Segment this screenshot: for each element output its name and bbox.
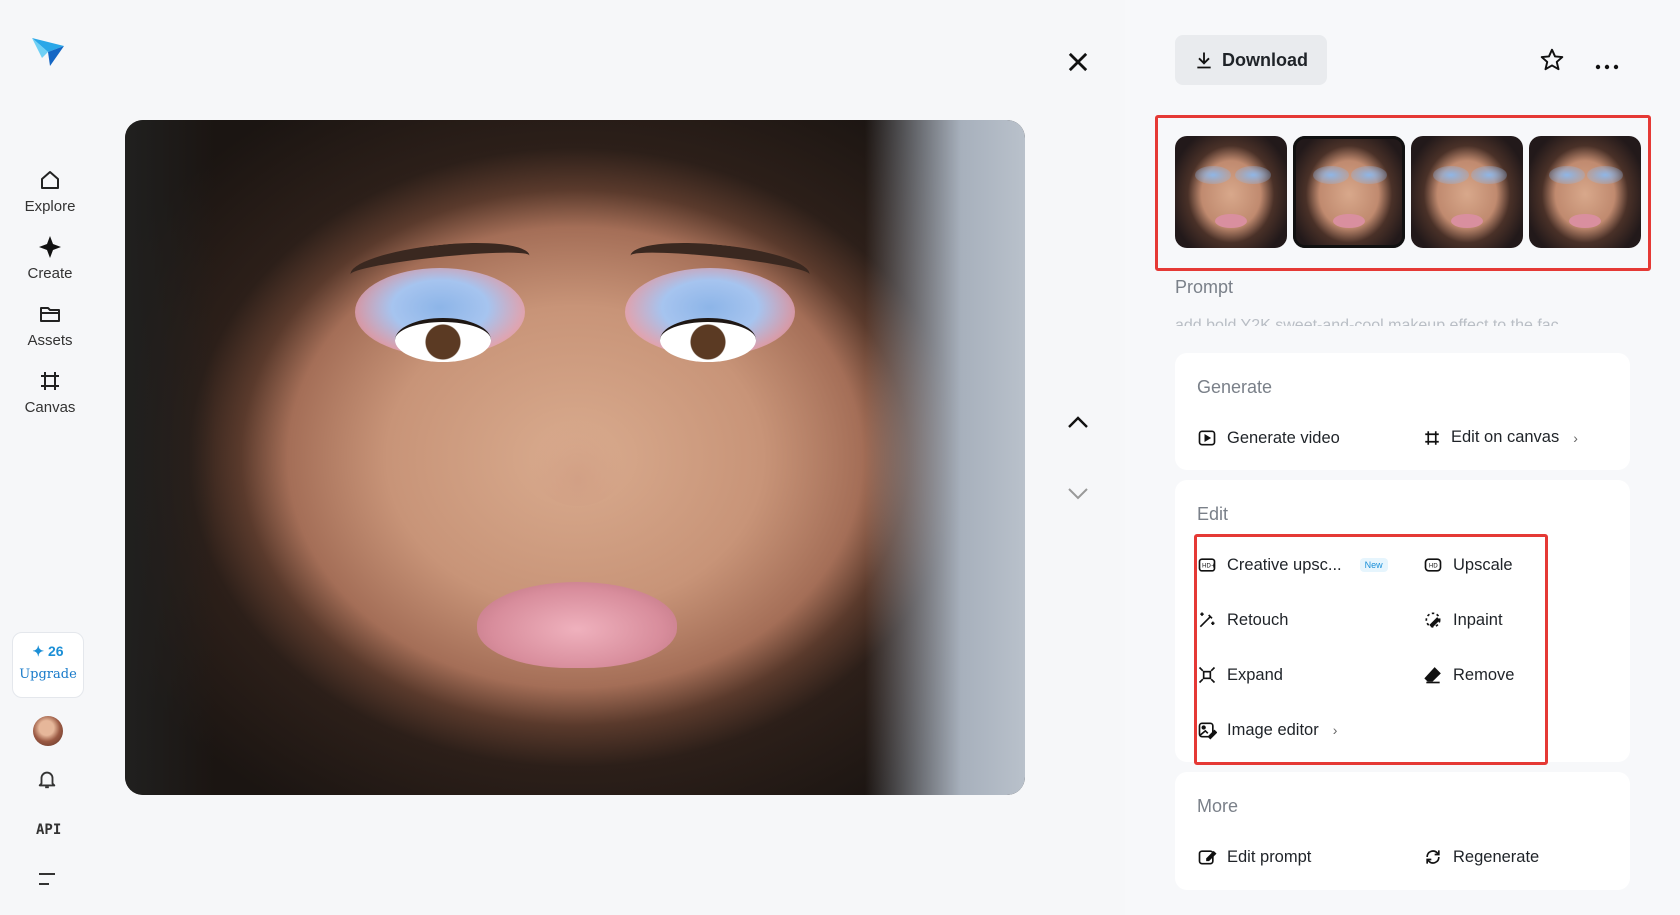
app-logo[interactable]: [30, 32, 66, 68]
menu-icon[interactable]: [38, 872, 56, 891]
edit-prompt-label: Edit prompt: [1227, 847, 1312, 866]
generate-card: Generate Generate video Edit on canvas ›: [1175, 353, 1630, 470]
prompt-text: add bold Y2K sweet-and-cool makeup effec…: [1175, 317, 1559, 326]
thumbnail-4[interactable]: [1529, 136, 1641, 248]
download-icon: [1197, 52, 1211, 69]
nav-explore[interactable]: Explore: [14, 168, 86, 215]
regenerate-button[interactable]: Regenerate: [1423, 847, 1539, 867]
nav-assets-label: Assets: [27, 332, 73, 349]
chevron-up-icon[interactable]: [1066, 412, 1090, 437]
edit-title: Edit: [1197, 504, 1229, 524]
generate-video-label: Generate video: [1227, 428, 1340, 447]
thumbnail-1[interactable]: [1175, 136, 1287, 248]
home-icon: [41, 171, 59, 189]
generate-title: Generate: [1197, 377, 1273, 397]
nav-assets[interactable]: Assets: [14, 302, 86, 349]
image-eye-right: [660, 318, 756, 362]
sparkle-icon: [39, 236, 61, 258]
image-background: [865, 120, 1025, 795]
image-eye-left: [395, 318, 491, 362]
regenerate-label: Regenerate: [1453, 847, 1540, 866]
canvas-icon: [1425, 430, 1439, 445]
edit-prompt-icon: [1198, 850, 1217, 865]
main-image: [125, 120, 1025, 795]
download-label: Download: [1222, 49, 1308, 70]
edit-on-canvas-label: Edit on canvas: [1451, 428, 1560, 446]
chevron-down-icon[interactable]: [1066, 484, 1090, 509]
thumbnail-2[interactable]: [1293, 136, 1405, 248]
credits-upgrade-box[interactable]: ✦ 26 Upgrade: [12, 632, 84, 698]
credits-value: 26: [48, 643, 64, 659]
more-title: More: [1197, 796, 1239, 816]
nav-canvas[interactable]: Canvas: [14, 369, 86, 416]
play-icon: [1198, 430, 1216, 446]
api-link[interactable]: API: [36, 822, 61, 838]
download-button[interactable]: Download: [1175, 35, 1327, 85]
folder-icon: [40, 307, 60, 322]
credits-count: ✦ 26: [32, 643, 64, 659]
edit-on-canvas-button[interactable]: Edit on canvas ›: [1423, 428, 1578, 447]
nav-create-label: Create: [27, 265, 73, 282]
prompt-label: Prompt: [1175, 277, 1234, 297]
nav-explore-label: Explore: [24, 198, 76, 215]
more-card: More Edit prompt Regenerate: [1175, 772, 1630, 890]
avatar[interactable]: [33, 716, 63, 746]
upgrade-link[interactable]: Upgrade: [13, 667, 83, 682]
bell-icon[interactable]: [36, 768, 58, 795]
nav-canvas-label: Canvas: [24, 399, 76, 416]
image-nose: [530, 420, 626, 506]
star-icon[interactable]: [1539, 47, 1565, 78]
thumbnail-3[interactable]: [1411, 136, 1523, 248]
nav-create[interactable]: Create: [14, 235, 86, 282]
generate-video-button[interactable]: Generate video: [1197, 428, 1340, 448]
edit-prompt-button[interactable]: Edit prompt: [1197, 847, 1311, 867]
more-options-icon[interactable]: [1595, 57, 1619, 75]
image-lips: [477, 582, 677, 668]
close-icon[interactable]: [1064, 48, 1092, 81]
edit-actions-highlight-frame: [1194, 534, 1548, 765]
regenerate-icon: [1426, 850, 1440, 864]
chevron-right-icon: ›: [1573, 429, 1578, 446]
canvas-icon: [41, 372, 59, 390]
image-hair-left: [125, 120, 215, 795]
